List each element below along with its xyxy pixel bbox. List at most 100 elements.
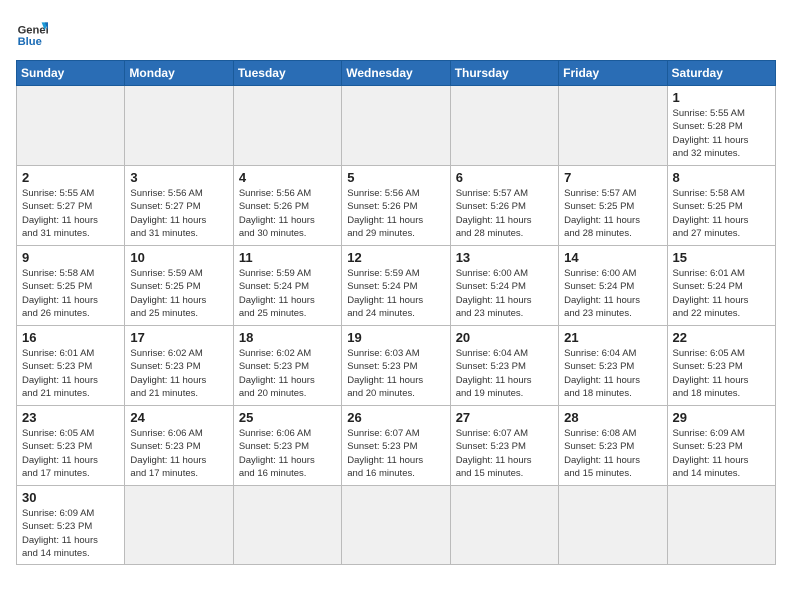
day-number: 9 <box>22 250 119 265</box>
day-cell: 29Sunrise: 6:09 AM Sunset: 5:23 PM Dayli… <box>667 406 775 486</box>
day-number: 8 <box>673 170 770 185</box>
day-info: Sunrise: 5:59 AM Sunset: 5:24 PM Dayligh… <box>347 267 444 320</box>
day-info: Sunrise: 6:02 AM Sunset: 5:23 PM Dayligh… <box>239 347 336 400</box>
day-number: 29 <box>673 410 770 425</box>
day-cell-empty-last <box>559 486 667 565</box>
day-cell-30: 30Sunrise: 6:09 AM Sunset: 5:23 PM Dayli… <box>17 486 125 565</box>
day-number: 25 <box>239 410 336 425</box>
day-info: Sunrise: 5:57 AM Sunset: 5:26 PM Dayligh… <box>456 187 553 240</box>
day-cell: 28 Sunrise: 6:08 AM Sunset: 5:23 PM Dayli… <box>559 406 667 486</box>
day-info: Sunrise: 6:07 AM Sunset: 5:23 PM Dayligh… <box>347 427 444 480</box>
day-number: 28 <box>564 410 661 425</box>
day-info: Sunrise: 6:04 AM Sunset: 5:23 PM Dayligh… <box>456 347 553 400</box>
calendar-table: SundayMondayTuesdayWednesdayThursdayFrid… <box>16 60 776 565</box>
day-number: 7 <box>564 170 661 185</box>
weekday-header-friday: Friday <box>559 61 667 86</box>
day-info: Sunrise: 5:59 AM Sunset: 5:24 PM Dayligh… <box>239 267 336 320</box>
day-info: Sunrise: 6:04 AM Sunset: 5:23 PM Dayligh… <box>564 347 661 400</box>
weekday-header-thursday: Thursday <box>450 61 558 86</box>
day-number: 10 <box>130 250 227 265</box>
day-number: 22 <box>673 330 770 345</box>
day-number: 19 <box>347 330 444 345</box>
day-info: Sunrise: 5:56 AM Sunset: 5:27 PM Dayligh… <box>130 187 227 240</box>
logo-icon: General Blue <box>16 16 48 48</box>
day-cell-empty-last <box>450 486 558 565</box>
day-info: Sunrise: 5:56 AM Sunset: 5:26 PM Dayligh… <box>239 187 336 240</box>
day-info: Sunrise: 6:03 AM Sunset: 5:23 PM Dayligh… <box>347 347 444 400</box>
day-cell: 20 Sunrise: 6:04 AM Sunset: 5:23 PM Dayli… <box>450 326 558 406</box>
day-cell: 11 Sunrise: 5:59 AM Sunset: 5:24 PM Dayli… <box>233 246 341 326</box>
day-cell: 26 Sunrise: 6:07 AM Sunset: 5:23 PM Dayli… <box>342 406 450 486</box>
day-number: 24 <box>130 410 227 425</box>
day-cell: 5Sunrise: 5:56 AM Sunset: 5:26 PM Daylig… <box>342 166 450 246</box>
day-cell: 23 Sunrise: 6:05 AM Sunset: 5:23 PM Dayli… <box>17 406 125 486</box>
day-number: 18 <box>239 330 336 345</box>
page-header: General Blue <box>16 16 776 48</box>
day-info: Sunrise: 6:00 AM Sunset: 5:24 PM Dayligh… <box>456 267 553 320</box>
weekday-header-monday: Monday <box>125 61 233 86</box>
day-cell: 15 Sunrise: 6:01 AM Sunset: 5:24 PM Dayli… <box>667 246 775 326</box>
day-number: 15 <box>673 250 770 265</box>
day-number: 11 <box>239 250 336 265</box>
day-cell: 22 Sunrise: 6:05 AM Sunset: 5:23 PM Dayli… <box>667 326 775 406</box>
day-cell: 7 Sunrise: 5:57 AM Sunset: 5:25 PM Daylig… <box>559 166 667 246</box>
day-cell <box>559 86 667 166</box>
day-cell: 6 Sunrise: 5:57 AM Sunset: 5:26 PM Daylig… <box>450 166 558 246</box>
day-cell: 24Sunrise: 6:06 AM Sunset: 5:23 PM Dayli… <box>125 406 233 486</box>
day-number: 1 <box>673 90 770 105</box>
day-number: 21 <box>564 330 661 345</box>
day-cell <box>342 86 450 166</box>
day-cell: 12 Sunrise: 5:59 AM Sunset: 5:24 PM Dayli… <box>342 246 450 326</box>
day-cell: 25 Sunrise: 6:06 AM Sunset: 5:23 PM Dayli… <box>233 406 341 486</box>
day-number: 6 <box>456 170 553 185</box>
day-cell: 19 Sunrise: 6:03 AM Sunset: 5:23 PM Dayli… <box>342 326 450 406</box>
logo: General Blue <box>16 16 48 48</box>
day-info: Sunrise: 5:58 AM Sunset: 5:25 PM Dayligh… <box>22 267 119 320</box>
day-cell-empty-last <box>667 486 775 565</box>
day-number: 2 <box>22 170 119 185</box>
day-number: 26 <box>347 410 444 425</box>
week-row-4: 16 Sunrise: 6:01 AM Sunset: 5:23 PM Dayli… <box>17 326 776 406</box>
day-info: Sunrise: 6:08 AM Sunset: 5:23 PM Dayligh… <box>564 427 661 480</box>
day-cell-empty-last <box>233 486 341 565</box>
day-cell <box>17 86 125 166</box>
day-info: Sunrise: 6:01 AM Sunset: 5:23 PM Dayligh… <box>22 347 119 400</box>
day-number: 20 <box>456 330 553 345</box>
day-cell <box>450 86 558 166</box>
day-info: Sunrise: 6:00 AM Sunset: 5:24 PM Dayligh… <box>564 267 661 320</box>
day-cell: 4Sunrise: 5:56 AM Sunset: 5:26 PM Daylig… <box>233 166 341 246</box>
day-number: 16 <box>22 330 119 345</box>
day-cell-empty-last <box>342 486 450 565</box>
day-info-30: Sunrise: 6:09 AM Sunset: 5:23 PM Dayligh… <box>22 507 119 560</box>
day-number: 23 <box>22 410 119 425</box>
weekday-header-sunday: Sunday <box>17 61 125 86</box>
week-row-last: 30Sunrise: 6:09 AM Sunset: 5:23 PM Dayli… <box>17 486 776 565</box>
day-cell: 9 Sunrise: 5:58 AM Sunset: 5:25 PM Daylig… <box>17 246 125 326</box>
day-info: Sunrise: 6:02 AM Sunset: 5:23 PM Dayligh… <box>130 347 227 400</box>
day-info: Sunrise: 6:07 AM Sunset: 5:23 PM Dayligh… <box>456 427 553 480</box>
day-cell: 10 Sunrise: 5:59 AM Sunset: 5:25 PM Dayli… <box>125 246 233 326</box>
day-number: 5 <box>347 170 444 185</box>
day-number: 13 <box>456 250 553 265</box>
day-cell: 16 Sunrise: 6:01 AM Sunset: 5:23 PM Dayli… <box>17 326 125 406</box>
day-info: Sunrise: 6:06 AM Sunset: 5:23 PM Dayligh… <box>239 427 336 480</box>
day-info: Sunrise: 5:59 AM Sunset: 5:25 PM Dayligh… <box>130 267 227 320</box>
day-cell: 8 Sunrise: 5:58 AM Sunset: 5:25 PM Daylig… <box>667 166 775 246</box>
day-cell <box>233 86 341 166</box>
day-info: Sunrise: 6:05 AM Sunset: 5:23 PM Dayligh… <box>22 427 119 480</box>
day-cell: 17Sunrise: 6:02 AM Sunset: 5:23 PM Dayli… <box>125 326 233 406</box>
week-row-2: 2Sunrise: 5:55 AM Sunset: 5:27 PM Daylig… <box>17 166 776 246</box>
week-row-3: 9 Sunrise: 5:58 AM Sunset: 5:25 PM Daylig… <box>17 246 776 326</box>
weekday-header-saturday: Saturday <box>667 61 775 86</box>
day-info: Sunrise: 6:05 AM Sunset: 5:23 PM Dayligh… <box>673 347 770 400</box>
day-number: 3 <box>130 170 227 185</box>
day-cell: 27Sunrise: 6:07 AM Sunset: 5:23 PM Dayli… <box>450 406 558 486</box>
day-info: Sunrise: 6:01 AM Sunset: 5:24 PM Dayligh… <box>673 267 770 320</box>
day-cell: 14 Sunrise: 6:00 AM Sunset: 5:24 PM Dayli… <box>559 246 667 326</box>
day-info: Sunrise: 5:58 AM Sunset: 5:25 PM Dayligh… <box>673 187 770 240</box>
day-info: Sunrise: 5:55 AM Sunset: 5:28 PM Dayligh… <box>673 107 770 160</box>
day-number: 12 <box>347 250 444 265</box>
weekday-header-wednesday: Wednesday <box>342 61 450 86</box>
day-number: 14 <box>564 250 661 265</box>
day-info: Sunrise: 5:57 AM Sunset: 5:25 PM Dayligh… <box>564 187 661 240</box>
